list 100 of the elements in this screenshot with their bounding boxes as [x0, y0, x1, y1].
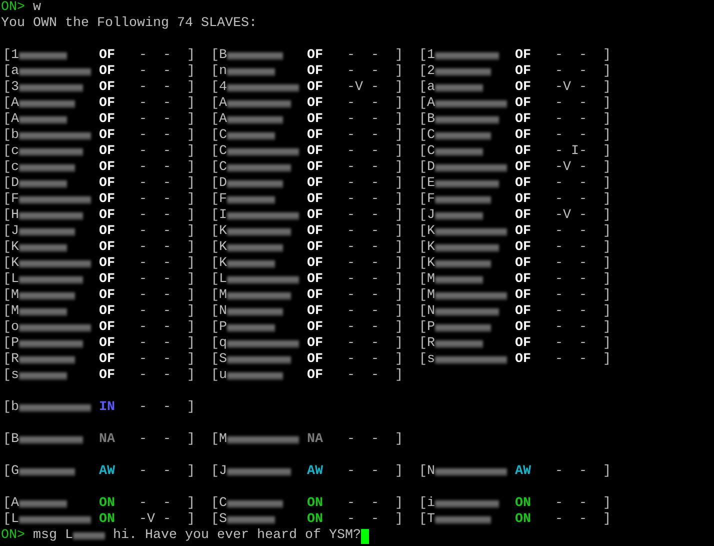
status-code: NA [99, 432, 116, 448]
contact-name: [M [3, 288, 19, 304]
redacted-blur [435, 308, 499, 316]
contact-name: [4 [211, 80, 227, 96]
contact-name: [M [3, 304, 19, 320]
flag-columns: - - ] [139, 432, 195, 448]
status-code: AW [307, 464, 324, 480]
contact-name: [C [419, 128, 435, 144]
flag-columns: - - ] [139, 144, 195, 160]
status-code: OF [307, 368, 324, 384]
flag-columns: - - ] [139, 64, 195, 80]
contact-name: [c [3, 144, 19, 160]
redacted-blur [19, 228, 75, 236]
flag-columns: - - ] [139, 288, 195, 304]
redacted-blur [19, 404, 91, 412]
flag-columns: - - ] [347, 304, 403, 320]
redacted-blur [19, 260, 91, 268]
status-code: OF [307, 64, 324, 80]
redacted-blur [19, 196, 91, 204]
contact-name: [G [3, 464, 19, 480]
contact-name: [2 [419, 64, 435, 80]
contact-name: [B [3, 432, 19, 448]
flag-columns: - - ] [347, 240, 403, 256]
redacted-blur [435, 356, 507, 364]
status-code: OF [515, 128, 532, 144]
flag-columns: - - ] [555, 352, 611, 368]
flag-columns: - - ] [555, 464, 611, 480]
status-code: OF [515, 176, 532, 192]
redacted-blur [227, 68, 275, 76]
status-code: OF [99, 352, 116, 368]
redacted-blur [19, 212, 83, 220]
status-code: OF [307, 176, 324, 192]
redacted-blur [227, 164, 291, 172]
redacted-blur [19, 116, 67, 124]
contact-name: [a [419, 80, 435, 96]
contact-name: [C [211, 128, 227, 144]
status-code: OF [99, 80, 116, 96]
flag-columns: - - ] [139, 192, 195, 208]
contact-name: [1 [3, 48, 19, 64]
contact-name: [K [211, 224, 227, 240]
flag-columns: - - ] [139, 352, 195, 368]
flag-columns: - - ] [347, 272, 403, 288]
status-code: OF [307, 320, 324, 336]
status-code: OF [515, 320, 532, 336]
contact-name: [M [211, 432, 227, 448]
status-code: OF [515, 96, 532, 112]
flag-columns: - - ] [555, 496, 611, 512]
flag-columns: - - ] [347, 256, 403, 272]
flag-columns: - - ] [347, 512, 403, 528]
contact-name: [E [419, 176, 435, 192]
flag-columns: - - ] [555, 128, 611, 144]
status-code: AW [515, 464, 532, 480]
contact-name: [K [419, 224, 435, 240]
contact-name: [N [211, 304, 227, 320]
contact-name: [J [3, 224, 19, 240]
output-line: You OWN the Following 74 SLAVES: [1, 16, 257, 32]
contact-name: [P [211, 320, 227, 336]
redacted-blur [19, 244, 67, 252]
flag-columns: - - ] [347, 96, 403, 112]
contact-name: [I [211, 208, 227, 224]
contact-name: [s [419, 352, 435, 368]
contact-name: [b [3, 128, 19, 144]
flag-columns: - - ] [555, 288, 611, 304]
status-code: OF [307, 160, 324, 176]
flag-columns: - - ] [139, 160, 195, 176]
contact-name: [C [211, 144, 227, 160]
flag-columns: - - ] [347, 192, 403, 208]
redacted-blur [435, 324, 491, 332]
status-code: OF [307, 240, 324, 256]
contact-name: [F [419, 192, 435, 208]
redacted-blur [227, 516, 275, 524]
flag-columns: - - ] [555, 304, 611, 320]
redacted-blur [227, 116, 283, 124]
status-code: OF [307, 144, 324, 160]
status-code: OF [99, 272, 116, 288]
contact-name: [R [419, 336, 435, 352]
contact-name: [C [419, 144, 435, 160]
flag-columns: - - ] [347, 432, 403, 448]
redacted-blur [19, 292, 75, 300]
flag-columns: - - ] [555, 240, 611, 256]
status-code: OF [307, 48, 324, 64]
status-code: OF [307, 224, 324, 240]
redacted-blur [19, 340, 83, 348]
status-code: OF [515, 336, 532, 352]
redacted-blur [19, 500, 67, 508]
redacted-blur [227, 260, 275, 268]
contact-name: [i [419, 496, 435, 512]
contact-name: [L [3, 272, 19, 288]
flag-columns: - - ] [347, 128, 403, 144]
status-code: OF [99, 240, 116, 256]
status-code: ON [515, 496, 532, 512]
contact-name: [D [211, 176, 227, 192]
flag-columns: - - ] [139, 112, 195, 128]
status-code: OF [307, 192, 324, 208]
contact-name: [L [3, 512, 19, 528]
redacted-blur [227, 340, 299, 348]
status-code: ON [307, 496, 324, 512]
flag-columns: - - ] [139, 496, 195, 512]
status-code: OF [515, 64, 532, 80]
redacted-blur [435, 500, 499, 508]
